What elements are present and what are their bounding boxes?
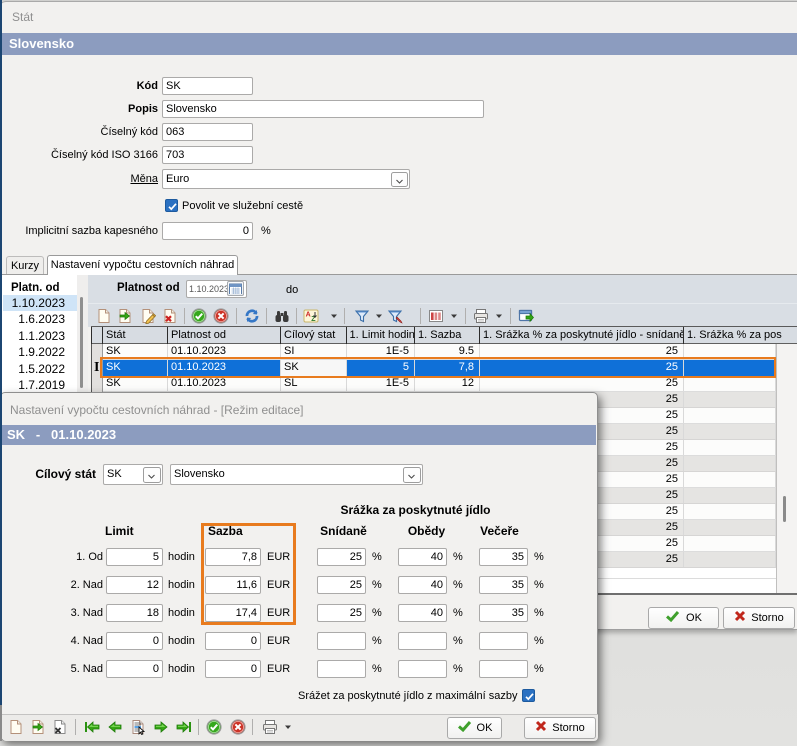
svg-text:A: A <box>306 312 311 319</box>
